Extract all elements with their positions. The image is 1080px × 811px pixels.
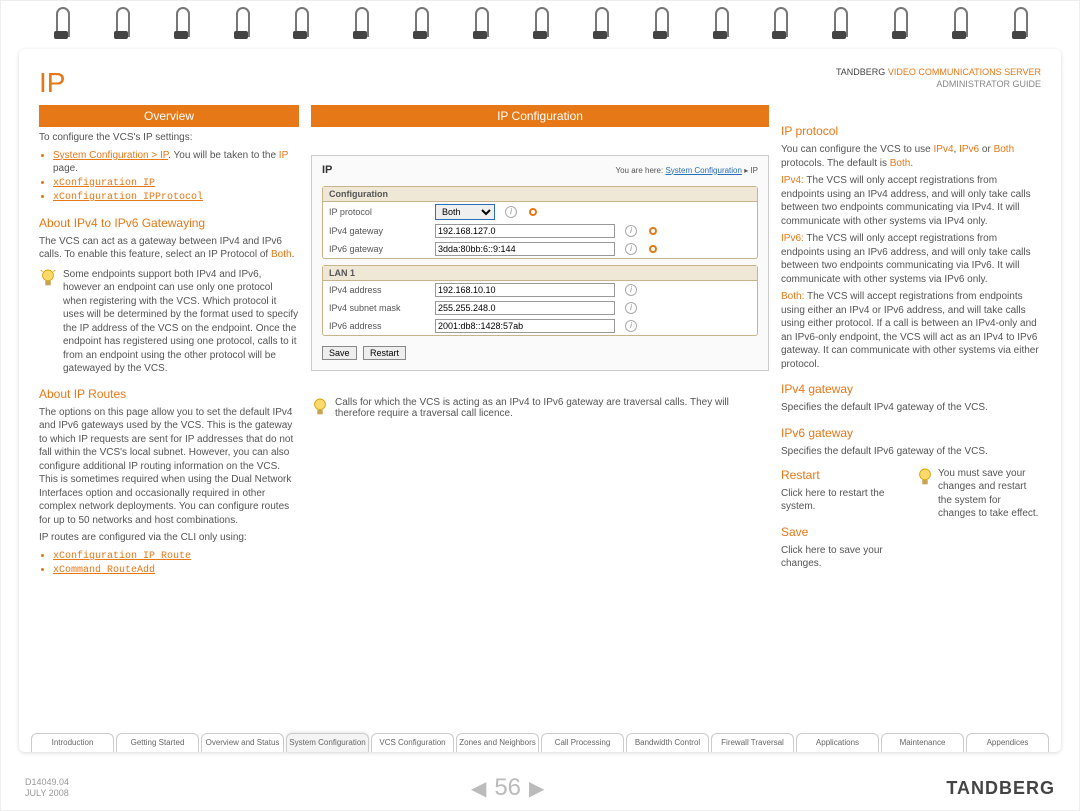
page-title: IP <box>39 67 65 99</box>
doc-tab[interactable]: Firewall Traversal <box>711 733 794 752</box>
tip-icon <box>311 397 329 422</box>
doc-tab[interactable]: Call Processing <box>541 733 624 752</box>
link-xcommand-routeadd[interactable]: xCommand RouteAdd <box>53 565 155 576</box>
both-desc: Both: The VCS will accept registrations … <box>781 290 1041 371</box>
doc-tab[interactable]: Appendices <box>966 733 1049 752</box>
traversal-tip: Calls for which the VCS is acting as an … <box>335 397 769 419</box>
routes-text: The options on this page allow you to se… <box>39 406 299 528</box>
ipv4-gateway-text: Specifies the default IPv4 gateway of th… <box>781 401 1041 415</box>
link-xconfig-ipprotocol[interactable]: xConfiguration IPProtocol <box>53 192 203 203</box>
gateway-text: The VCS can act as a gateway between IPv… <box>39 235 299 262</box>
label-ipv4-subnet: IPv4 subnet mask <box>329 303 429 313</box>
footer-brand: TANDBERG <box>946 778 1055 799</box>
ui-title: IP <box>322 164 332 176</box>
save-heading: Save <box>781 524 906 540</box>
save-restart-tip: You must save your changes and restart t… <box>938 467 1041 575</box>
routes-text2: IP routes are configured via the CLI onl… <box>39 531 299 545</box>
gateway-heading: About IPv4 to IPv6 Gatewaying <box>39 215 299 231</box>
ui-screenshot: IP You are here: System Configuration ▸ … <box>311 155 769 371</box>
page-number: 56 <box>494 774 521 802</box>
info-icon[interactable]: i <box>625 284 637 296</box>
prev-page-icon[interactable]: ◀ <box>471 776 486 801</box>
breadcrumb: You are here: System Configuration ▸ IP <box>615 166 758 175</box>
label-ipv4-gateway: IPv4 gateway <box>329 226 429 236</box>
page: IP TANDBERG VIDEO COMMUNICATIONS SERVER … <box>0 0 1080 811</box>
info-icon[interactable]: i <box>625 302 637 314</box>
config-box-title: Configuration <box>323 187 757 202</box>
tip-icon <box>39 268 57 376</box>
overview-bullet-nav: System Configuration > IP. You will be t… <box>53 149 299 176</box>
label-ipv6-gateway: IPv6 gateway <box>329 244 429 254</box>
breadcrumb-link[interactable]: System Configuration <box>665 166 741 175</box>
doc-tab[interactable]: Maintenance <box>881 733 964 752</box>
doc-tab[interactable]: Bandwidth Control <box>626 733 709 752</box>
overview-header: Overview <box>39 105 299 127</box>
spiral-binding <box>1 7 1079 51</box>
restart-button[interactable]: Restart <box>363 346 406 360</box>
callout-dot-icon <box>649 245 657 253</box>
input-ipv6-address[interactable] <box>435 319 615 333</box>
ipv6-desc: IPv6: The VCS will only accept registrat… <box>781 232 1041 286</box>
save-button[interactable]: Save <box>322 346 357 360</box>
restart-heading: Restart <box>781 467 906 483</box>
info-icon[interactable]: i <box>625 243 637 255</box>
next-page-icon[interactable]: ▶ <box>529 776 544 801</box>
doc-id: D14049.04JULY 2008 <box>25 777 69 799</box>
ipv4-desc: IPv4: The VCS will only accept registrat… <box>781 174 1041 228</box>
page-navigator: ◀ 56 ▶ <box>471 774 544 802</box>
callout-dot-icon <box>529 208 537 216</box>
input-ipv6-gateway[interactable] <box>435 242 615 256</box>
ip-protocol-intro: You can configure the VCS to use IPv4, I… <box>781 143 1041 170</box>
input-ipv4-gateway[interactable] <box>435 224 615 238</box>
ipv4-gateway-heading: IPv4 gateway <box>781 381 1041 397</box>
info-icon[interactable]: i <box>625 225 637 237</box>
doc-tab[interactable]: Zones and Neighbors <box>456 733 539 752</box>
overview-intro: To configure the VCS's IP settings: <box>39 131 299 145</box>
ip-protocol-heading: IP protocol <box>781 123 1041 139</box>
callout-dot-icon <box>649 227 657 235</box>
ipv6-gateway-text: Specifies the default IPv6 gateway of th… <box>781 445 1041 459</box>
doc-tab[interactable]: VCS Configuration <box>371 733 454 752</box>
label-ipv6-address: IPv6 address <box>329 321 429 331</box>
restart-text: Click here to restart the system. <box>781 487 906 514</box>
link-xconfig-ip[interactable]: xConfiguration IP <box>53 178 155 189</box>
info-icon[interactable]: i <box>625 320 637 332</box>
input-ipv4-address[interactable] <box>435 283 615 297</box>
doc-tab[interactable]: Getting Started <box>116 733 199 752</box>
save-text: Click here to save your changes. <box>781 544 906 571</box>
bottom-tab-strip: IntroductionGetting StartedOverview and … <box>31 733 1049 752</box>
routes-heading: About IP Routes <box>39 386 299 402</box>
doc-tab[interactable]: System Configuration <box>286 733 369 752</box>
lan1-box-title: LAN 1 <box>323 266 757 281</box>
label-ip-protocol: IP protocol <box>329 207 429 217</box>
select-ip-protocol[interactable]: Both <box>435 204 495 220</box>
gateway-tip: Some endpoints support both IPv4 and IPv… <box>63 268 299 376</box>
label-ipv4-address: IPv4 address <box>329 285 429 295</box>
link-xconfig-iproute[interactable]: xConfiguration IP Route <box>53 551 191 562</box>
doc-tab[interactable]: Applications <box>796 733 879 752</box>
info-icon[interactable]: i <box>505 206 517 218</box>
ipconfig-header: IP Configuration <box>311 105 769 127</box>
doc-tab[interactable]: Introduction <box>31 733 114 752</box>
ipv6-gateway-heading: IPv6 gateway <box>781 425 1041 441</box>
brand-block: TANDBERG VIDEO COMMUNICATIONS SERVER ADM… <box>836 67 1041 90</box>
doc-tab[interactable]: Overview and Status <box>201 733 284 752</box>
input-ipv4-subnet[interactable] <box>435 301 615 315</box>
document-sheet: IP TANDBERG VIDEO COMMUNICATIONS SERVER … <box>19 49 1061 752</box>
tip-icon <box>916 467 934 575</box>
